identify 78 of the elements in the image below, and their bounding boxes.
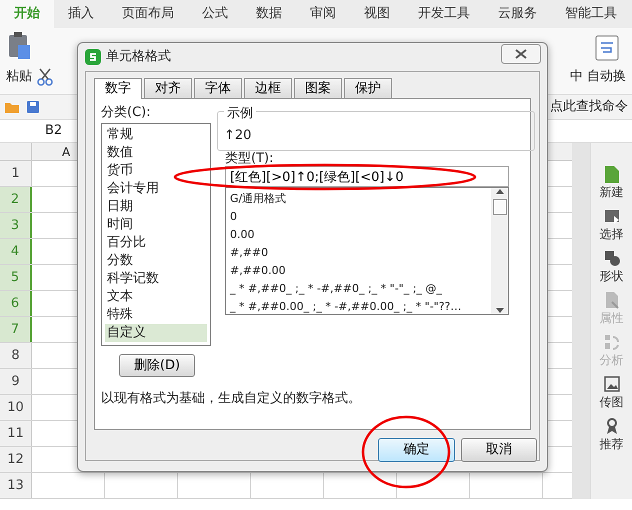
dialog-tab[interactable]: 图案 — [294, 78, 342, 98]
dialog-tab[interactable]: 字体 — [194, 78, 242, 98]
category-item[interactable]: 常规 — [105, 126, 207, 144]
list-scrollbar[interactable] — [491, 188, 508, 314]
category-item[interactable]: 文本 — [105, 288, 207, 306]
wrap-text-button[interactable]: 自动换 — [587, 66, 626, 86]
merge-button[interactable]: 中 — [570, 66, 583, 86]
format-item[interactable]: #,##0.00 — [230, 262, 487, 280]
category-item[interactable]: 科学记数 — [105, 270, 207, 288]
wrap-text-icon[interactable] — [594, 34, 618, 60]
ribbon-tab[interactable]: 数据 — [242, 0, 296, 28]
row-number[interactable]: 10 — [0, 395, 32, 420]
side-panel-label[interactable]: 选择 — [600, 225, 624, 243]
delete-button[interactable]: 删除(D) — [119, 354, 195, 377]
side-panel-label: 分析 — [600, 352, 624, 369]
app-logo-icon — [84, 48, 102, 66]
ribbon-tab[interactable]: 公式 — [188, 0, 242, 28]
type-field[interactable]: [红色][>0]↑0;[绿色][<0]↓0 — [225, 166, 509, 187]
description-text: 以现有格式为基础，生成自定义的数字格式。 — [101, 390, 362, 408]
document-icon[interactable] — [602, 165, 620, 183]
close-icon[interactable] — [501, 44, 541, 64]
row-number[interactable]: 8 — [0, 343, 32, 368]
side-panel-label[interactable]: 新建 — [600, 183, 624, 201]
image-icon[interactable] — [602, 375, 620, 393]
category-item[interactable]: 时间 — [105, 216, 207, 234]
type-label: 类型(T): — [225, 152, 274, 166]
dialog-tab[interactable]: 保护 — [344, 78, 392, 98]
cell-reference[interactable]: B2 — [45, 121, 62, 141]
paste-button[interactable]: 粘贴 — [6, 66, 32, 86]
category-item[interactable]: 分数 — [105, 252, 207, 270]
row-number[interactable]: 11 — [0, 421, 32, 446]
side-panel-label[interactable]: 传图 — [600, 393, 624, 411]
category-item[interactable]: 自定义 — [105, 324, 207, 342]
find-command-field[interactable]: 点此查找命令 — [550, 97, 628, 117]
ribbon-tab[interactable]: 插入 — [54, 0, 108, 28]
sample-value: ↑20 — [224, 128, 252, 143]
cursor-icon[interactable] — [602, 207, 620, 225]
side-panel-label[interactable]: 形状 — [600, 267, 624, 285]
shapes-icon[interactable] — [602, 249, 620, 267]
paste-icon[interactable] — [7, 30, 31, 60]
category-item[interactable]: 会计专用 — [105, 180, 207, 198]
save-icon[interactable] — [26, 100, 40, 114]
side-panel-label[interactable]: 推荐 — [600, 435, 624, 453]
format-item[interactable]: 0 — [230, 208, 487, 226]
format-item[interactable]: #,##0 — [230, 244, 487, 262]
category-item[interactable]: 货币 — [105, 162, 207, 180]
dialog-tab[interactable]: 数字 — [94, 78, 142, 99]
scroll-down-icon[interactable] — [496, 308, 504, 314]
window-title: 单元格格式 — [106, 48, 171, 66]
ok-button[interactable]: 确定 — [378, 438, 455, 462]
row-number[interactable]: 9 — [0, 369, 32, 394]
category-item[interactable]: 数值 — [105, 144, 207, 162]
sync-icon — [602, 333, 620, 351]
row-number[interactable]: 13 — [0, 473, 32, 498]
category-item[interactable]: 百分比 — [105, 234, 207, 252]
ribbon-tab[interactable]: 视图 — [350, 0, 404, 28]
format-item[interactable]: 0.00 — [230, 226, 487, 244]
vertical-scrollbar[interactable] — [572, 143, 590, 499]
ribbon-tab[interactable]: 开发工具 — [404, 0, 484, 28]
cancel-button[interactable]: 取消 — [461, 438, 537, 462]
ribbon-tab[interactable]: 智能工具 — [551, 0, 631, 28]
ribbon-tab[interactable]: 审阅 — [296, 0, 350, 28]
side-panel-label: 属性 — [600, 310, 624, 327]
row-number[interactable]: 12 — [0, 447, 32, 472]
column-header[interactable]: A — [62, 143, 70, 160]
category-item[interactable]: 日期 — [105, 198, 207, 216]
dialog-tab[interactable]: 对齐 — [144, 78, 192, 98]
row-number[interactable]: 1 — [0, 161, 32, 186]
category-item[interactable]: 特殊 — [105, 306, 207, 324]
format-item[interactable]: _ * #,##0.00_ ;_ * -#,##0.00_ ;_ * "-"??… — [230, 298, 487, 314]
dialog-tab[interactable]: 边框 — [244, 78, 292, 98]
scroll-thumb[interactable] — [492, 199, 506, 215]
ribbon-tab[interactable]: 页面布局 — [108, 0, 188, 28]
scissors-icon[interactable] — [36, 68, 54, 86]
format-item[interactable]: G/通用格式 — [230, 190, 487, 208]
ribbon-tab[interactable]: 云服务 — [484, 0, 551, 28]
format-item[interactable]: _ * #,##0_ ;_ * -#,##0_ ;_ * "-"_ ;_ @_ — [230, 280, 487, 298]
category-label: 分类(C): — [101, 104, 152, 122]
